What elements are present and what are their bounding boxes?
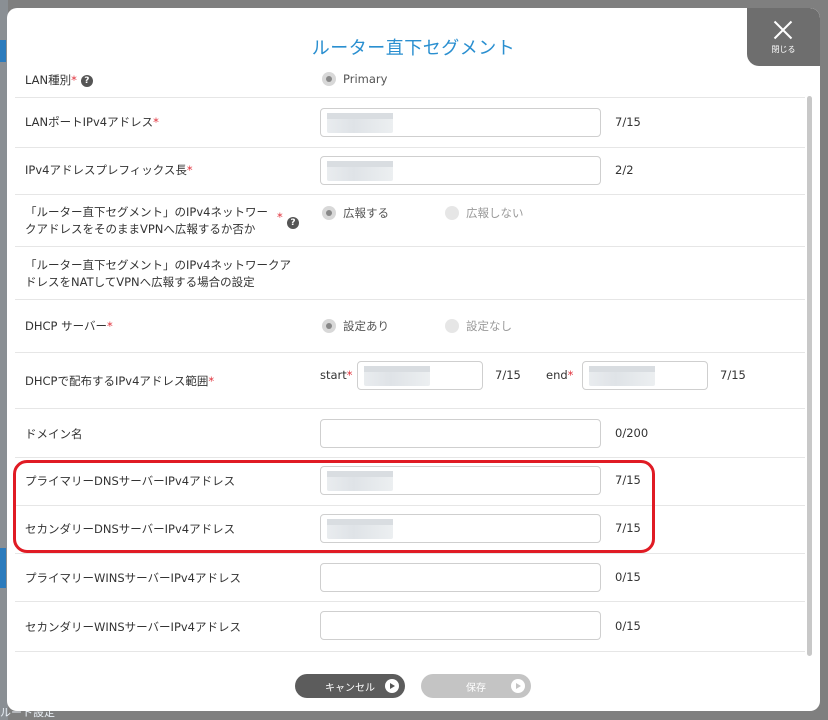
- domain-name-input[interactable]: [320, 419, 601, 448]
- end-label: end*: [546, 368, 574, 382]
- field-label: LANポートIPv4アドレス*: [25, 115, 159, 129]
- row-ipv4-prefix: IPv4アドレスプレフィックス長* 2/2: [15, 148, 805, 195]
- char-count: 7/15: [495, 368, 521, 382]
- required-mark: *: [277, 210, 283, 224]
- field-label: プライマリーWINSサーバーIPv4アドレス: [25, 571, 241, 585]
- help-icon[interactable]: ?: [80, 74, 93, 87]
- char-count: 7/15: [615, 115, 641, 129]
- field-label: LAN種別*?: [25, 72, 93, 89]
- char-count: 0/15: [615, 570, 641, 584]
- ipv4-prefix-input[interactable]: [320, 156, 601, 185]
- primary-wins-input[interactable]: [320, 563, 601, 592]
- save-button[interactable]: 保存: [421, 674, 531, 698]
- save-button-label: 保存: [466, 682, 486, 694]
- close-button[interactable]: 閉じる: [747, 8, 820, 66]
- redacted-value: [327, 471, 393, 491]
- row-domain-name: ドメイン名 0/200: [15, 409, 805, 458]
- modal-title: ルーター直下セグメント: [311, 38, 516, 59]
- radio-label: 広報しない: [466, 206, 524, 220]
- required-mark: *: [567, 368, 574, 382]
- row-primary-dns: プライマリーDNSサーバーIPv4アドレス 7/15: [15, 458, 805, 506]
- background-accent: [0, 548, 6, 588]
- start-label: start*: [320, 368, 353, 382]
- char-count: 7/15: [720, 368, 746, 382]
- scrollbar[interactable]: [807, 96, 812, 656]
- help-icon[interactable]: ?: [287, 217, 299, 229]
- secondary-dns-input[interactable]: [320, 514, 601, 543]
- field-label: セカンダリーDNSサーバーIPv4アドレス: [25, 522, 236, 536]
- field-label: 「ルーター直下セグメント」のIPv4ネットワークア ドレスをNATしてVPNへ広…: [25, 258, 291, 289]
- close-icon: [773, 20, 793, 40]
- radio-label: 設定なし: [466, 319, 512, 333]
- radio-label: 設定あり: [343, 319, 389, 333]
- row-primary-wins: プライマリーWINSサーバーIPv4アドレス 0/15: [15, 554, 805, 602]
- background-accent: [0, 40, 6, 62]
- field-label: 「ルーター直下セグメント」のIPv4ネットワー クアドレスをそのままVPNへ広報…: [25, 205, 268, 236]
- radio-unselected-icon: [445, 206, 459, 220]
- required-mark: *: [107, 319, 113, 333]
- radio-unselected-icon: [445, 319, 459, 333]
- radio-label: 広報する: [343, 206, 389, 220]
- required-mark: *: [153, 115, 159, 129]
- radio-label: Primary: [343, 72, 388, 86]
- play-icon: [511, 679, 525, 693]
- play-icon: [385, 679, 399, 693]
- redacted-value: [364, 366, 430, 386]
- char-count: 0/15: [615, 619, 641, 633]
- radio-primary[interactable]: Primary: [322, 72, 387, 86]
- required-mark: *: [71, 73, 77, 87]
- field-label: セカンダリーWINSサーバーIPv4アドレス: [25, 620, 241, 634]
- close-label: 閉じる: [771, 45, 796, 54]
- dhcp-end-input[interactable]: [582, 361, 708, 390]
- radio-dhcp-on[interactable]: 設定あり: [322, 318, 389, 334]
- redacted-value: [327, 161, 393, 181]
- redacted-value: [327, 113, 393, 133]
- char-count: 7/15: [615, 473, 641, 487]
- row-dhcp-range: DHCPで配布するIPv4アドレス範囲* start* 7/15 end* 7/…: [15, 353, 805, 409]
- required-mark: *: [186, 163, 193, 177]
- lan-port-ipv4-input[interactable]: [320, 108, 601, 137]
- dhcp-start-input[interactable]: [357, 361, 483, 390]
- radio-advertise[interactable]: 広報する: [322, 205, 389, 221]
- row-nat-settings: 「ルーター直下セグメント」のIPv4ネットワークア ドレスをNATしてVPNへ広…: [15, 247, 805, 300]
- redacted-value: [589, 366, 655, 386]
- cancel-button-label: キャンセル: [325, 682, 375, 694]
- secondary-wins-input[interactable]: [320, 611, 601, 640]
- radio-selected-icon: [322, 319, 336, 333]
- char-count: 0/200: [615, 426, 649, 440]
- row-dhcp-server: DHCP サーバー* 設定あり 設定なし: [15, 300, 805, 353]
- required-mark: *: [208, 374, 215, 388]
- settings-form: LAN種別*? Primary LANポートIPv4アドレス* 7/15 IPv…: [15, 62, 805, 652]
- field-label: DHCP サーバー*: [25, 319, 113, 333]
- radio-dhcp-off[interactable]: 設定なし: [445, 318, 512, 334]
- row-advertise-vpn: 「ルーター直下セグメント」のIPv4ネットワー クアドレスをそのままVPNへ広報…: [15, 195, 805, 247]
- field-label: プライマリーDNSサーバーIPv4アドレス: [25, 474, 236, 488]
- field-label: DHCPで配布するIPv4アドレス範囲*: [25, 374, 215, 388]
- row-lan-type: LAN種別*? Primary: [15, 62, 805, 98]
- primary-dns-input[interactable]: [320, 466, 601, 495]
- radio-selected-icon: [322, 206, 336, 220]
- modal-dialog: ルーター直下セグメント 閉じる LAN種別*? Primary LANポートIP…: [7, 8, 820, 711]
- row-secondary-wins: セカンダリーWINSサーバーIPv4アドレス 0/15: [15, 602, 805, 652]
- row-lan-port-ipv4: LANポートIPv4アドレス* 7/15: [15, 98, 805, 148]
- radio-no-advertise[interactable]: 広報しない: [445, 205, 524, 221]
- cancel-button[interactable]: キャンセル: [295, 674, 405, 698]
- radio-selected-icon: [322, 72, 336, 86]
- char-count: 7/15: [615, 521, 641, 535]
- redacted-value: [327, 519, 393, 539]
- char-count: 2/2: [615, 163, 634, 177]
- row-secondary-dns: セカンダリーDNSサーバーIPv4アドレス 7/15: [15, 506, 805, 554]
- required-mark: *: [346, 368, 353, 382]
- field-label: ドメイン名: [25, 427, 83, 441]
- field-label: IPv4アドレスプレフィックス長*: [25, 163, 193, 177]
